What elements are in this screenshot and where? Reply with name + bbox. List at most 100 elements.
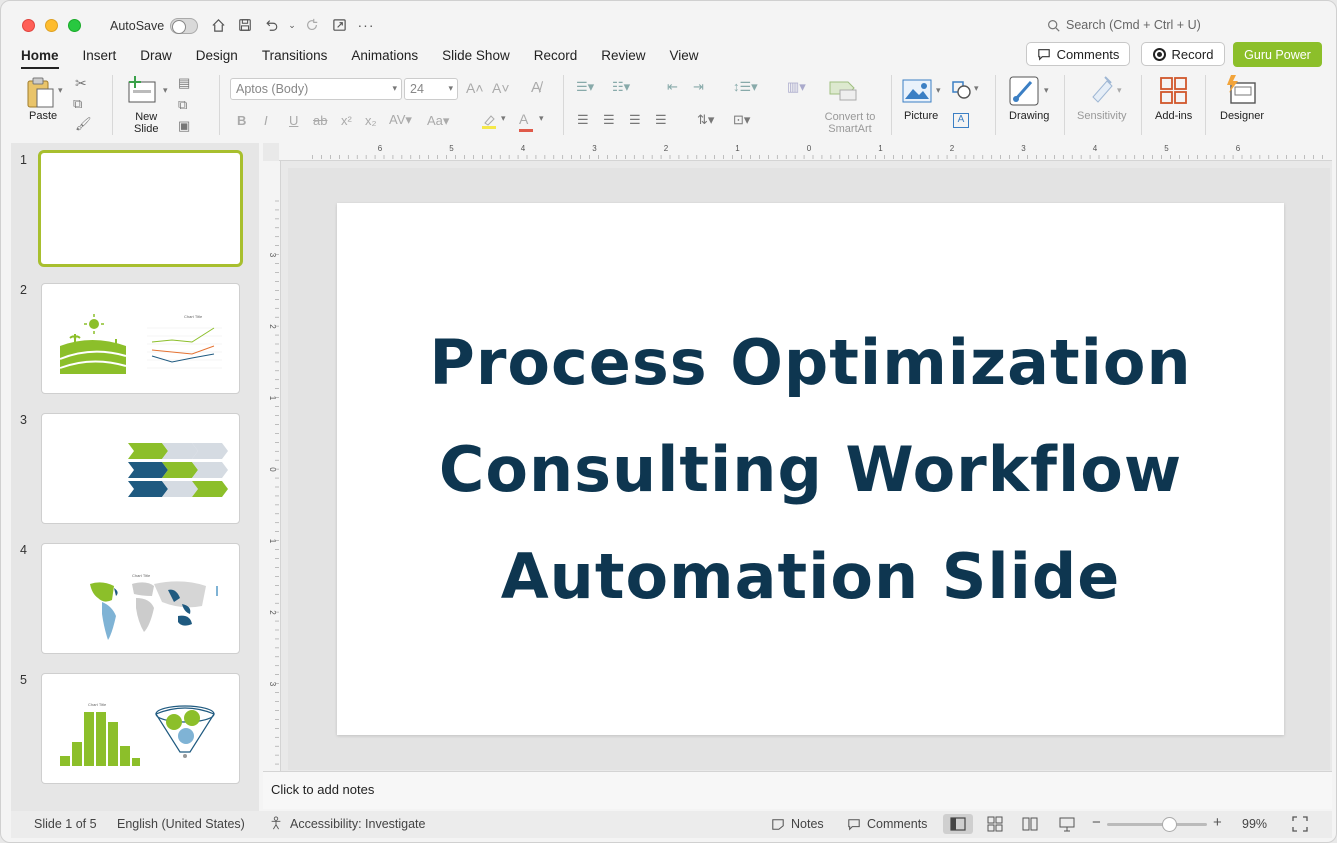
language-status[interactable]: English (United States) [117,817,245,831]
minimize-window-button[interactable] [45,19,58,32]
sensitivity-icon[interactable] [1087,75,1115,108]
smartart-icon[interactable] [828,78,860,107]
chevron-down-icon[interactable]: ▾ [539,113,544,124]
tab-slide-show[interactable]: Slide Show [442,48,510,63]
redo-icon[interactable] [301,15,323,35]
chevron-down-icon[interactable]: ▾ [1044,85,1049,96]
more-options-icon[interactable]: ··· [355,15,377,35]
change-case-icon[interactable]: Aa▾ [427,113,449,129]
tab-home[interactable]: Home [21,48,59,69]
guru-power-button[interactable]: Guru Power [1233,42,1322,67]
decrease-font-icon[interactable]: A˅ [492,80,510,96]
tab-insert[interactable]: Insert [83,48,117,63]
fit-to-window-button[interactable] [1291,815,1309,836]
copy-icon[interactable]: ⧉ [73,96,82,112]
reading-view-button[interactable] [1021,815,1039,836]
format-painter-icon[interactable]: 🖌 [75,116,92,132]
new-slide-label: New Slide [134,111,158,135]
underline-icon[interactable]: U [289,113,298,128]
cut-icon[interactable]: ✂ [75,75,87,92]
chevron-down-icon[interactable]: ▾ [936,85,941,96]
tab-view[interactable]: View [670,48,699,63]
tab-animations[interactable]: Animations [351,48,418,63]
notes-button[interactable]: Notes [771,817,824,831]
tab-draw[interactable]: Draw [140,48,172,63]
section-icon[interactable]: ▣ [178,118,190,134]
notes-pane[interactable]: Click to add notes [263,771,1332,809]
autosave-toggle[interactable] [170,18,198,34]
status-comments-button[interactable]: Comments [847,817,927,831]
paste-dropdown-icon[interactable]: ▾ [58,85,63,96]
present-icon[interactable] [328,15,350,35]
new-slide-icon[interactable] [127,76,159,109]
paste-icon[interactable] [25,77,59,114]
home-icon[interactable] [207,15,229,35]
strikethrough-icon[interactable]: ab [313,113,327,128]
slide-thumbnail-2[interactable]: Chart Title [41,283,240,394]
zoom-out-icon[interactable]: − [1092,814,1101,831]
font-size-field[interactable]: 24 ▾ [404,78,458,100]
undo-icon[interactable] [260,15,282,35]
textbox-icon[interactable]: A [953,113,969,128]
picture-icon[interactable] [902,79,932,108]
zoom-window-button[interactable] [68,19,81,32]
accessibility-status[interactable]: Accessibility: Investigate [290,817,425,831]
layout-icon[interactable]: ▤ [178,75,190,91]
record-button[interactable]: Record [1141,42,1225,66]
shapes-icon[interactable] [952,81,972,104]
line-spacing-icon[interactable]: ↕☰▾ [733,79,758,95]
undo-dropdown-icon[interactable]: ⌄ [281,15,303,35]
text-direction-icon[interactable]: ⇅▾ [697,112,714,128]
superscript-icon[interactable]: x² [341,113,352,128]
subscript-icon[interactable]: x₂ [365,113,377,128]
decrease-indent-icon[interactable]: ⇤ [667,79,678,95]
bold-icon[interactable]: B [237,113,246,128]
italic-icon[interactable]: I [264,113,268,128]
comments-button[interactable]: Comments [1026,42,1130,66]
increase-font-icon[interactable]: A˄ [466,80,484,96]
tab-transitions[interactable]: Transitions [262,48,328,63]
clear-format-icon[interactable]: A̸ [531,79,541,96]
columns-icon[interactable]: ▥▾ [787,79,806,95]
justify-icon[interactable]: ☰ [655,112,667,128]
align-center-icon[interactable]: ☰ [603,112,615,128]
chevron-down-icon[interactable]: ▾ [1117,85,1122,96]
chevron-down-icon[interactable]: ▾ [974,83,979,94]
zoom-in-icon[interactable]: + [1213,814,1222,831]
align-right-icon[interactable]: ☰ [629,112,641,128]
zoom-level[interactable]: 99% [1242,817,1267,831]
search-field[interactable]: Search (Cmd + Ctrl + U) [1047,18,1201,32]
slide-thumbnail-1[interactable] [38,150,243,267]
reset-icon[interactable]: ⧉ [178,97,187,113]
save-icon[interactable] [234,15,256,35]
zoom-slider-thumb[interactable] [1162,817,1177,832]
slide-sorter-button[interactable] [986,815,1004,836]
slide-title[interactable]: Process Optimization Consulting Workflow… [371,309,1251,630]
current-slide[interactable]: Process Optimization Consulting Workflow… [337,203,1284,735]
bullets-icon[interactable]: ☰▾ [576,79,594,95]
drawing-icon[interactable] [1009,76,1041,111]
align-text-icon[interactable]: ⊡▾ [733,112,750,128]
tab-review[interactable]: Review [601,48,645,63]
tab-record[interactable]: Record [534,48,578,63]
ruler-label: 3 [592,144,597,153]
highlight-icon[interactable] [481,113,497,134]
new-slide-dropdown-icon[interactable]: ▾ [163,85,168,96]
slideshow-view-button[interactable] [1058,815,1076,836]
increase-indent-icon[interactable]: ⇥ [693,79,704,95]
normal-view-button[interactable] [943,814,973,834]
add-ins-icon[interactable] [1160,77,1188,110]
zoom-slider[interactable] [1107,817,1207,832]
tab-design[interactable]: Design [196,48,238,63]
font-color-icon[interactable]: A [519,111,533,132]
slide-thumbnail-5[interactable]: Chart Title [41,673,240,784]
font-name-field[interactable]: Aptos (Body) ▾ [230,78,402,100]
close-window-button[interactable] [22,19,35,32]
chevron-down-icon[interactable]: ▾ [501,113,506,124]
align-left-icon[interactable]: ☰ [577,112,589,128]
slide-thumbnail-3[interactable] [41,413,240,524]
numbering-icon[interactable]: ☷▾ [612,79,630,95]
slide-thumbnail-4[interactable]: Chart Title [41,543,240,654]
designer-icon[interactable] [1225,75,1257,110]
character-spacing-icon[interactable]: AV▾ [389,112,412,128]
